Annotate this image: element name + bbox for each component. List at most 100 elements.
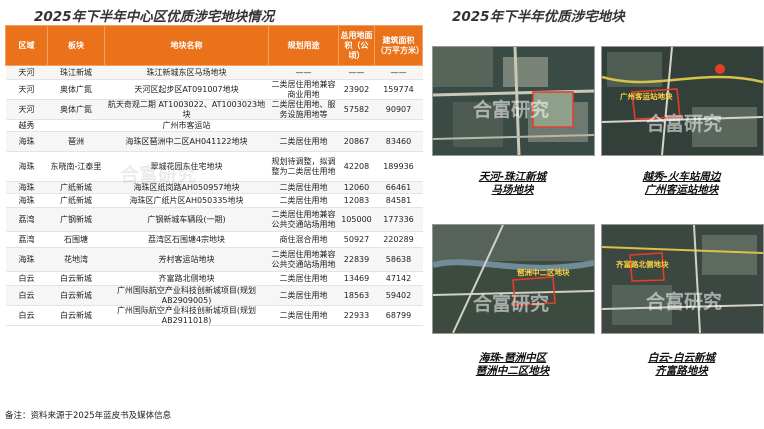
table-cell: 天河区起步区AT091007地块 <box>104 79 269 100</box>
table-cell: 47142 <box>374 271 423 286</box>
table-cell: 广钢新城车辆段(一期) <box>104 207 269 232</box>
table-cell: 42208 <box>338 151 375 182</box>
table-row: 白云 白云新城 广州国际航空产业科技创新城项目(规划 AB2909005) 二类居住用… <box>5 285 423 306</box>
map-haizhu-caption: 海珠-琶洲中区 琶洲中二区地块 <box>475 352 550 377</box>
table-row: 天河 珠江新城 珠江新城东区马场地块 —— —— —— <box>5 65 423 80</box>
table-cell: 海珠 <box>5 151 48 182</box>
table-cell: 广州国际航空产业科技创新城项目(规划 AB2909005) <box>104 285 269 306</box>
map-baiyun-image <box>602 225 763 333</box>
table-cell: 芳村客运站地块 <box>104 247 269 272</box>
table-cell: 商住混合用地 <box>268 231 339 248</box>
table-cell <box>374 119 423 132</box>
table-cell: 二类居住用地兼容公共交通站场用地 <box>268 247 339 272</box>
table-cell: 天河 <box>5 99 48 120</box>
table-cell: 奥体广氮 <box>47 79 105 100</box>
table-cell: 22933 <box>338 305 375 326</box>
table-cell: 66461 <box>374 181 423 194</box>
table-cell: 齐富路北侧地块 <box>104 271 269 286</box>
table-row: 荔湾 石围塘 荔湾区石围塘4宗地块 商住混合用地 50927 220289 <box>5 231 423 248</box>
table-cell: 220289 <box>374 231 423 248</box>
table-cell: 白云 <box>5 305 48 326</box>
table-row: 海珠 琶洲 海珠区琶洲中二区AH041122地块 二类居住用地 20867 83460 <box>5 131 423 152</box>
table-cell: 二类居住用地兼容公共交通站场用地 <box>268 207 339 232</box>
header-site-area: 总用地面积（公顷） <box>338 25 375 66</box>
table-cell: 规划待调整，拟调整为二类居住用地 <box>268 151 339 182</box>
table-cell: 东晓南-江泰里 <box>47 151 105 182</box>
table-cell: 二类居住用地、服务设施用地等 <box>268 99 339 120</box>
table-cell: 20867 <box>338 131 375 152</box>
table-cell: 天河 <box>5 79 48 100</box>
table-cell: 59402 <box>374 285 423 306</box>
map-haizhu-plot-label: 琶洲中二区地块 <box>517 268 570 277</box>
header-land-use: 规划用途 <box>268 25 339 66</box>
table-cell: 越秀 <box>5 119 48 132</box>
table-title: 2025年下半年中心区优质涉宅地块情况 <box>34 9 275 25</box>
land-table: 区域 板块 地块名称 规划用途 总用地面积（公顷） 建筑面积（万平方米） 天河 珠… <box>5 25 424 326</box>
table-row: 天河 奥体广氮 航天奇观二期 AT1003022、AT1003023地块 二类居住用地… <box>5 99 423 120</box>
table-cell: 二类居住用地 <box>268 305 339 326</box>
table-cell: 天河 <box>5 65 48 80</box>
table-cell: 23902 <box>338 79 375 100</box>
table-cell: 白云新城 <box>47 285 105 306</box>
table-cell: 荔湾区石围塘4宗地块 <box>104 231 269 248</box>
table-cell: 白云新城 <box>47 305 105 326</box>
table-row: 天河 奥体广氮 天河区起步区AT091007地块 二类居住用地兼容商业用地 23902 1… <box>5 79 423 100</box>
table-cell: 海珠区纸岗路AH050957地块 <box>104 181 269 194</box>
table-cell: 84581 <box>374 193 423 208</box>
table-cell: 琶洲 <box>47 131 105 152</box>
header-floor-area: 建筑面积（万平方米） <box>374 25 424 66</box>
table-cell: 珠江新城东区马场地块 <box>104 65 269 80</box>
source-note: 备注：资料来源于2025年蓝皮书及媒体信息 <box>5 411 172 421</box>
table-cell: 50927 <box>338 231 375 248</box>
table-cell: 奥体广氮 <box>47 99 105 120</box>
table-row: 海珠 广纸新城 海珠区纸岗路AH050957地块 二类居住用地 12060 66461 <box>5 181 423 194</box>
table-cell: 二类居住用地 <box>268 181 339 194</box>
table-cell: 57582 <box>338 99 375 120</box>
map-tianhe-image <box>433 47 594 155</box>
map-yuexiu-plot-label: 广州客运站地块 <box>620 92 673 101</box>
table-cell: 海珠 <box>5 247 48 272</box>
table-header-row: 区域 板块 地块名称 规划用途 总用地面积（公顷） 建筑面积（万平方米） <box>5 25 424 66</box>
table-cell: 83460 <box>374 131 423 152</box>
map-baiyun-caption: 白云-白云新城 齐富路地块 <box>647 352 716 377</box>
map-tianhe-caption: 天河-珠江新城 马场地块 <box>478 171 547 196</box>
table-cell: 189936 <box>374 151 423 182</box>
table-cell: 18563 <box>338 285 375 306</box>
table-row: 海珠 东晓南-江泰里 翠城花园东住宅地块 规划待调整，拟调整为二类居住用地 42208 1… <box>5 151 423 182</box>
table-row: 越秀 广州市客运站 <box>5 119 423 132</box>
table-cell: 白云新城 <box>47 271 105 286</box>
map-haizhu: 琶洲中二区地块 合富研究 <box>432 224 595 334</box>
table-cell: 广钢新城 <box>47 207 105 232</box>
table-cell <box>338 119 375 132</box>
table-cell: 翠城花园东住宅地块 <box>104 151 269 182</box>
table-cell: 159774 <box>374 79 423 100</box>
table-cell: 90907 <box>374 99 423 120</box>
header-region: 区域 <box>5 25 48 66</box>
table-cell: 海珠 <box>5 131 48 152</box>
table-cell: 海珠 <box>5 193 48 208</box>
table-cell: 荔湾 <box>5 207 48 232</box>
table-cell: —— <box>374 65 423 80</box>
table-cell: 广州市客运站 <box>104 119 269 132</box>
table-cell: 177336 <box>374 207 423 232</box>
map-baiyun: 齐富路北侧地块 合富研究 <box>601 224 764 334</box>
table-row: 海珠 花地湾 芳村客运站地块 二类居住用地兼容公共交通站场用地 22839 58638 <box>5 247 423 272</box>
table-row: 白云 白云新城 广州国际航空产业科技创新城项目(规划 AB2911018) 二类居住用… <box>5 305 423 326</box>
table-cell: 白云 <box>5 271 48 286</box>
table-cell: 二类居住用地 <box>268 131 339 152</box>
map-yuexiu-caption: 越秀-火车站周边 广州客运站地块 <box>642 171 721 196</box>
table-cell: 海珠区琶洲中二区AH041122地块 <box>104 131 269 152</box>
table-cell: 二类居住用地 <box>268 285 339 306</box>
table-cell: 广纸新城 <box>47 181 105 194</box>
table-cell: 二类居住用地 <box>268 271 339 286</box>
table-cell: 海珠 <box>5 181 48 194</box>
table-cell: 12083 <box>338 193 375 208</box>
header-plot-name: 地块名称 <box>104 25 269 66</box>
table-cell <box>268 119 339 132</box>
table-cell: 荔湾 <box>5 231 48 248</box>
table-cell: 广州国际航空产业科技创新城项目(规划 AB2911018) <box>104 305 269 326</box>
table-cell: 白云 <box>5 285 48 306</box>
table-cell: 花地湾 <box>47 247 105 272</box>
table-cell <box>47 119 105 132</box>
table-cell: 12060 <box>338 181 375 194</box>
